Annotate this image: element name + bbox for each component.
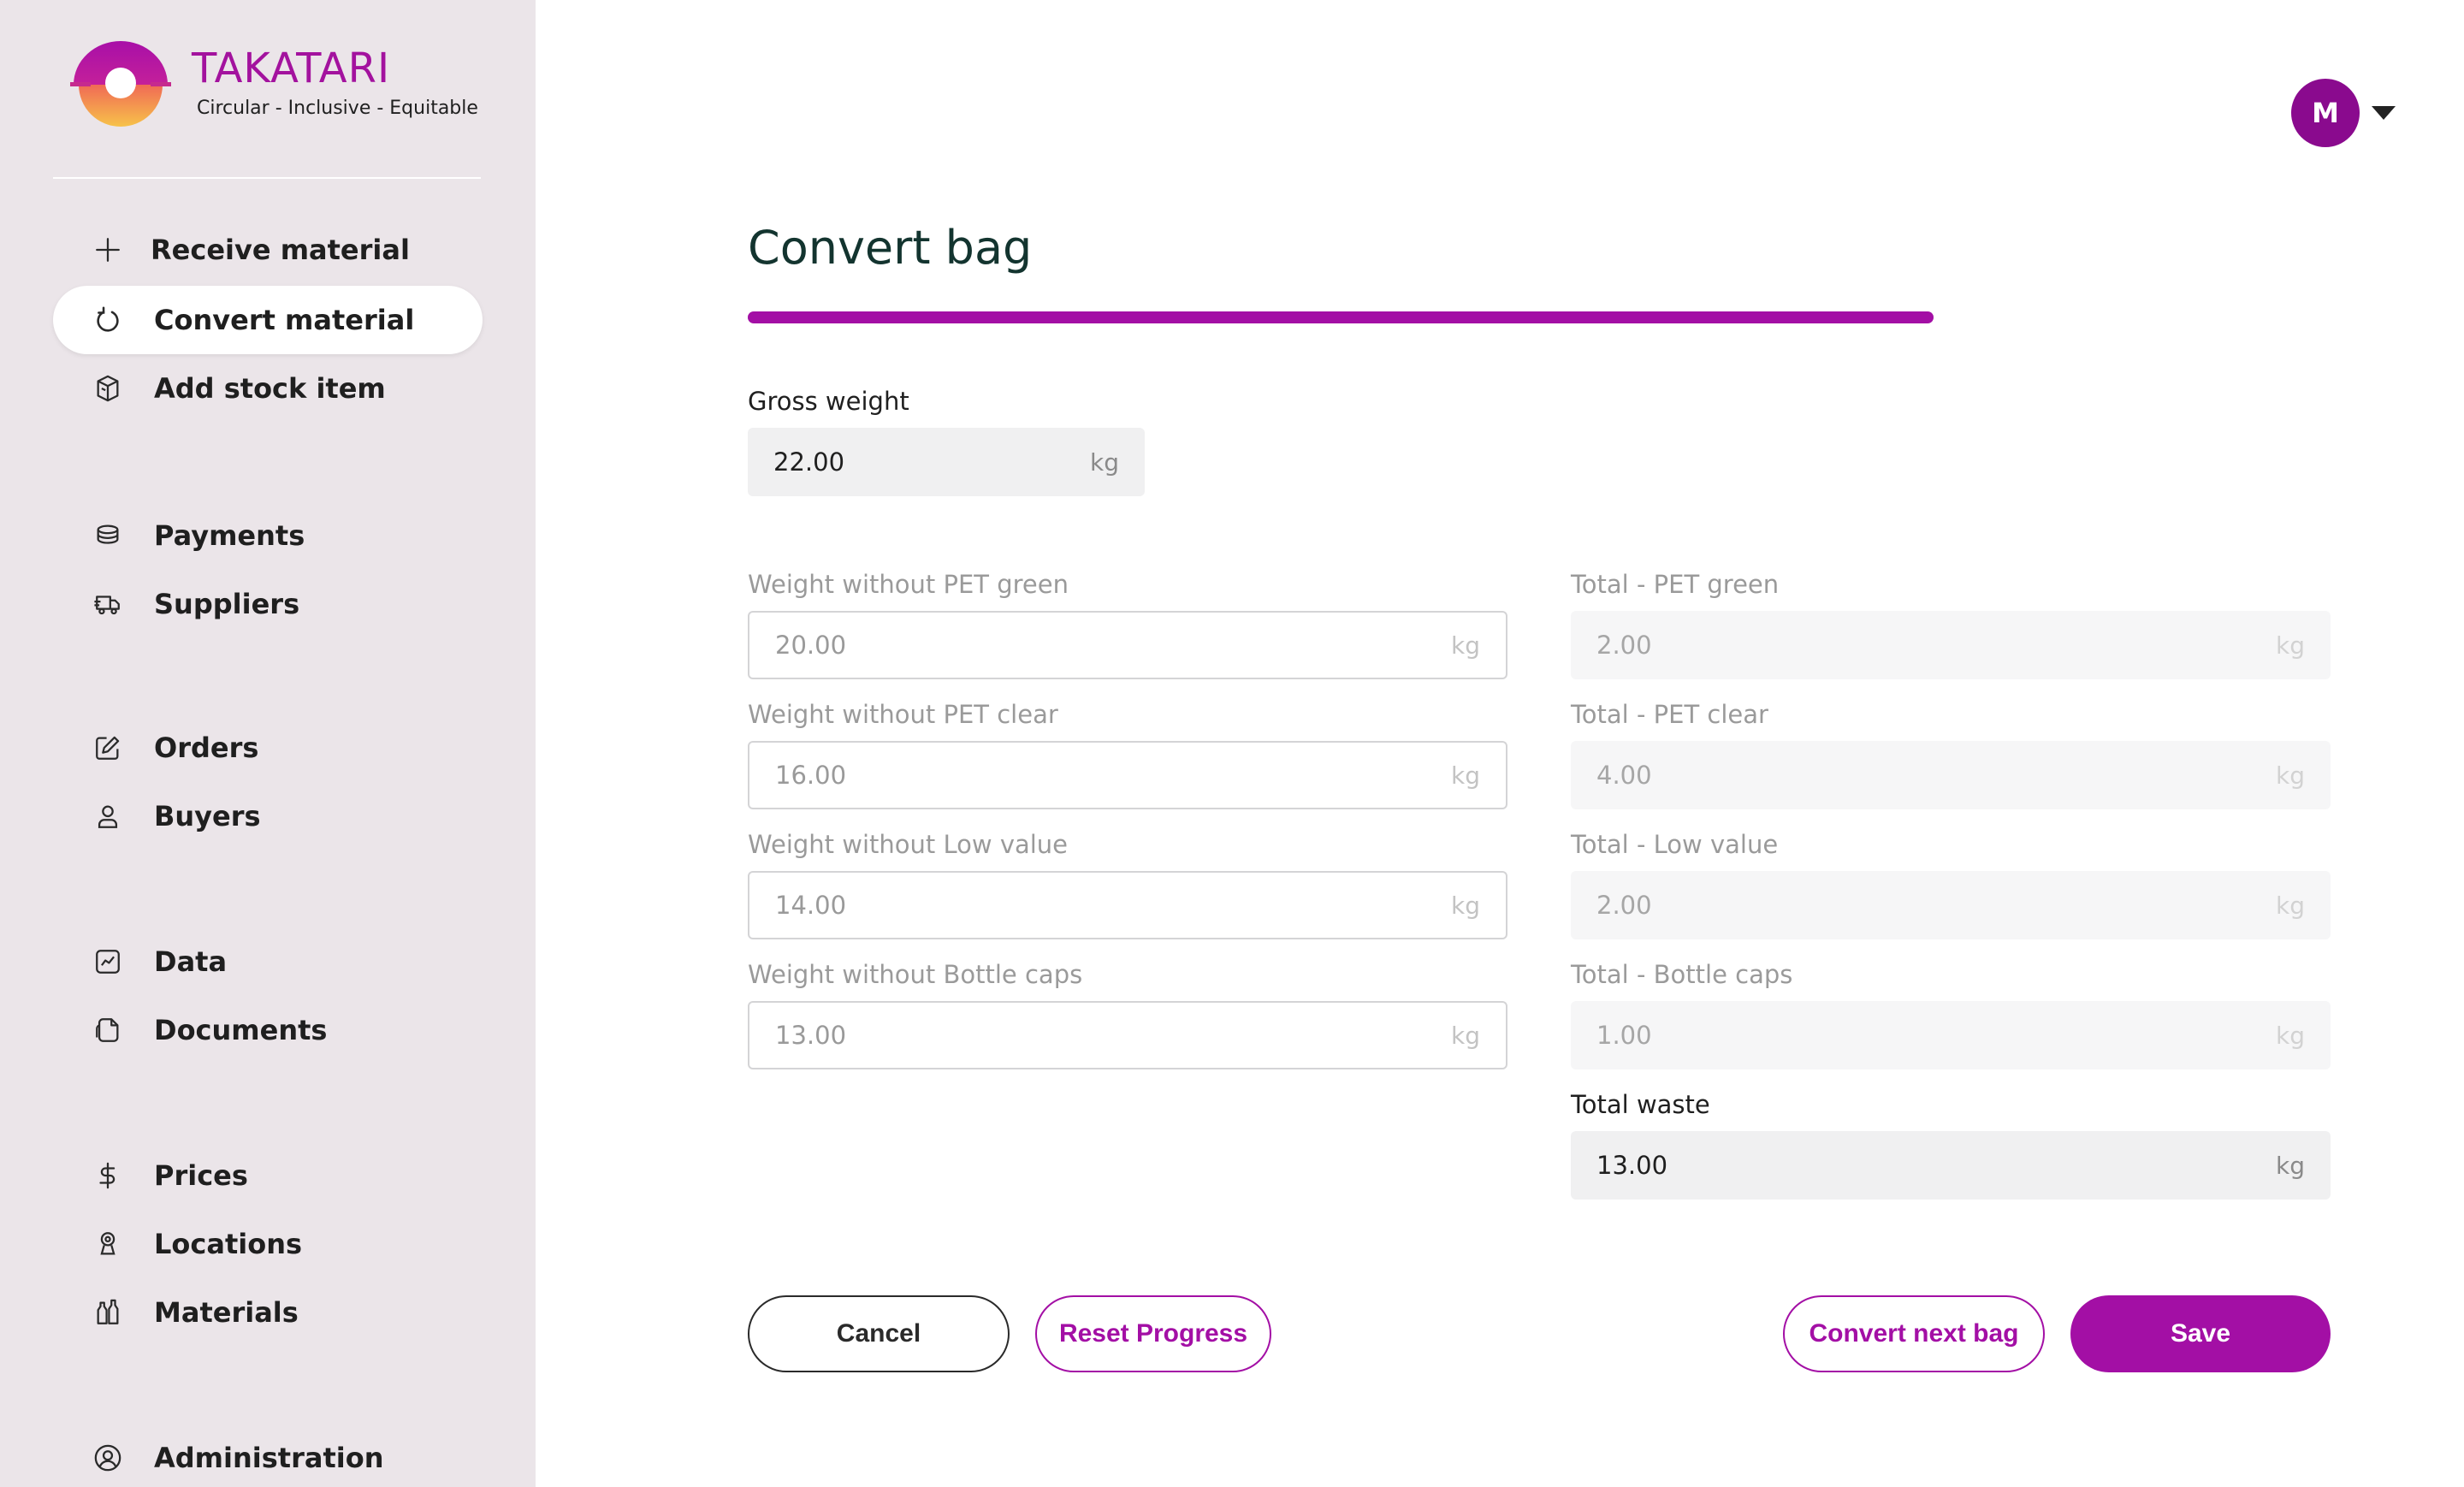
sidebar-item-label: Administration	[154, 1442, 384, 1474]
weight-without-low-value-label: Weight without Low value	[748, 830, 1069, 859]
sidebar-item-label: Documents	[154, 1014, 328, 1046]
reset-progress-button[interactable]: Reset Progress	[1035, 1295, 1271, 1372]
unit-label: kg	[2276, 891, 2305, 920]
total-low-value-field: 2.00 kg	[1571, 871, 2331, 939]
weight-without-bottle-caps-input[interactable]: 13.00 kg	[748, 1001, 1507, 1069]
weight-without-bottle-caps-label: Weight without Bottle caps	[748, 960, 1083, 989]
caret-down-icon[interactable]	[2372, 106, 2396, 120]
weight-without-low-value-input[interactable]: 14.00 kg	[748, 871, 1507, 939]
coins-icon	[92, 520, 123, 551]
total-pet-clear-label: Total - PET clear	[1571, 700, 1768, 729]
sidebar-item-orders[interactable]: Orders	[53, 714, 483, 782]
rotate-icon	[92, 305, 123, 335]
sidebar-item-label: Receive material	[151, 234, 410, 266]
total-waste-label: Total waste	[1571, 1090, 1710, 1119]
sidebar-item-payments[interactable]: Payments	[53, 501, 483, 570]
weight-without-pet-clear-label: Weight without PET clear	[748, 700, 1058, 729]
total-bottle-caps-label: Total - Bottle caps	[1571, 960, 1793, 989]
sidebar-divider	[53, 177, 481, 179]
bottles-icon	[92, 1297, 123, 1328]
progress-bar-fill	[748, 311, 1934, 323]
sidebar-item-label: Prices	[154, 1159, 248, 1192]
takatari-logo-icon	[70, 41, 171, 127]
field-value: 20.00	[775, 631, 847, 660]
sidebar-item-label: Materials	[154, 1296, 299, 1329]
sidebar-item-label: Orders	[154, 732, 259, 764]
avatar[interactable]: M	[2291, 79, 2360, 147]
sidebar-item-suppliers[interactable]: Suppliers	[53, 570, 483, 638]
brand-tagline: Circular - Inclusive - Equitable	[197, 98, 478, 119]
user-circle-icon	[92, 1443, 123, 1473]
weight-without-pet-green-input[interactable]: 20.00 kg	[748, 611, 1507, 679]
sidebar-item-label: Locations	[154, 1228, 303, 1260]
field-value: 16.00	[775, 761, 847, 790]
plus-icon	[92, 234, 123, 265]
gross-weight-label: Gross weight	[748, 387, 909, 416]
sidebar-item-receive-material[interactable]: Receive material	[53, 216, 483, 284]
sidebar-item-data[interactable]: Data	[53, 927, 483, 996]
sidebar-item-label: Payments	[154, 519, 305, 552]
field-value: 1.00	[1596, 1021, 1652, 1050]
unit-label: kg	[2276, 631, 2305, 660]
sidebar-item-label: Suppliers	[154, 588, 300, 620]
sidebar-item-prices[interactable]: Prices	[53, 1141, 483, 1210]
documents-icon	[92, 1015, 123, 1046]
user-menu[interactable]: M	[2291, 77, 2402, 149]
unit-label: kg	[1451, 1021, 1480, 1050]
gross-weight-value: 22.00	[773, 447, 845, 477]
unit-label: kg	[2276, 761, 2305, 790]
gross-weight-field[interactable]: 22.00 kg	[748, 428, 1145, 496]
weight-without-pet-green-label: Weight without PET green	[748, 570, 1069, 599]
unit-label: kg	[1451, 891, 1480, 920]
field-value: 2.00	[1596, 891, 1652, 920]
total-pet-green-field: 2.00 kg	[1571, 611, 2331, 679]
sidebar-item-administration[interactable]: Administration	[53, 1424, 483, 1487]
save-button[interactable]: Save	[2070, 1295, 2331, 1372]
sidebar-item-convert-material[interactable]: Convert material	[53, 286, 483, 354]
edit-icon	[92, 732, 123, 763]
unit-label: kg	[2276, 1151, 2305, 1180]
sidebar: TAKATARI Circular - Inclusive - Equitabl…	[0, 0, 536, 1487]
sidebar-item-label: Convert material	[154, 304, 415, 336]
brand-name: TAKATARI	[192, 44, 391, 92]
location-icon	[92, 1229, 123, 1259]
brand[interactable]: TAKATARI Circular - Inclusive - Equitabl…	[70, 38, 481, 132]
field-value: 13.00	[775, 1021, 847, 1050]
sidebar-item-materials[interactable]: Materials	[53, 1278, 483, 1347]
sidebar-item-label: Buyers	[154, 800, 261, 832]
unit-label: kg	[2276, 1021, 2305, 1050]
user-icon	[92, 801, 123, 832]
field-value: 4.00	[1596, 761, 1652, 790]
sidebar-item-locations[interactable]: Locations	[53, 1210, 483, 1278]
package-icon	[92, 373, 123, 404]
total-low-value-label: Total - Low value	[1571, 830, 1779, 859]
sidebar-item-label: Add stock item	[154, 372, 386, 405]
dollar-icon	[92, 1160, 123, 1191]
sidebar-item-add-stock-item[interactable]: Add stock item	[53, 354, 483, 423]
sidebar-item-documents[interactable]: Documents	[53, 996, 483, 1064]
sidebar-item-buyers[interactable]: Buyers	[53, 782, 483, 850]
page-title: Convert bag	[748, 221, 1033, 275]
progress-bar	[748, 311, 1934, 323]
convert-next-bag-button[interactable]: Convert next bag	[1783, 1295, 2045, 1372]
unit-label: kg	[1451, 631, 1480, 660]
cancel-button[interactable]: Cancel	[748, 1295, 1010, 1372]
total-bottle-caps-field: 1.00 kg	[1571, 1001, 2331, 1069]
chart-icon	[92, 946, 123, 977]
total-waste-field: 13.00 kg	[1571, 1131, 2331, 1200]
field-value: 2.00	[1596, 631, 1652, 660]
weight-without-pet-clear-input[interactable]: 16.00 kg	[748, 741, 1507, 809]
total-pet-clear-field: 4.00 kg	[1571, 741, 2331, 809]
field-value: 14.00	[775, 891, 847, 920]
truck-icon	[92, 589, 123, 619]
field-value: 13.00	[1596, 1151, 1668, 1180]
sidebar-item-label: Data	[154, 945, 228, 978]
unit-label: kg	[1090, 447, 1119, 477]
unit-label: kg	[1451, 761, 1480, 790]
total-pet-green-label: Total - PET green	[1571, 570, 1780, 599]
